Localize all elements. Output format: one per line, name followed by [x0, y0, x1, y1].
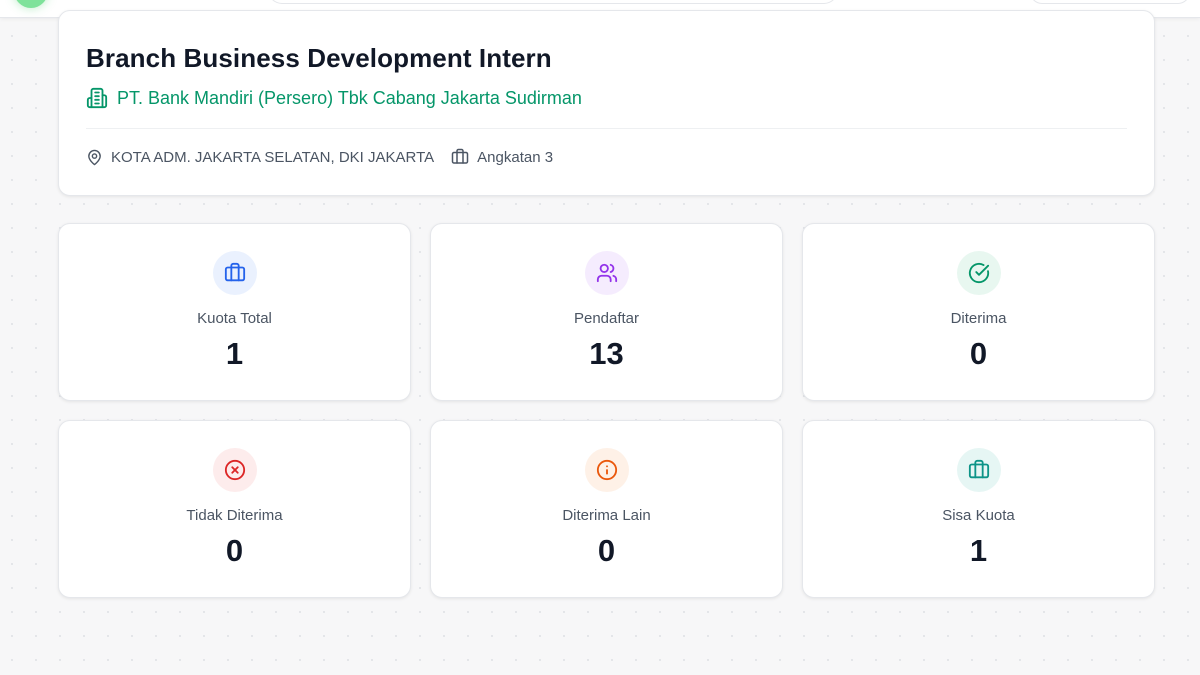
user-menu[interactable]: [1030, 0, 1190, 4]
stat-value: 0: [225, 533, 244, 568]
stat-label: Kuota Total: [197, 310, 272, 327]
location-item: KOTA ADM. JAKARTA SELATAN, DKI JAKARTA: [86, 149, 434, 166]
stat-value: 0: [597, 533, 616, 568]
stat-label: Pendaftar: [573, 310, 640, 327]
batch-item: Angkatan 3: [451, 148, 553, 166]
app-logo[interactable]: [14, 0, 48, 8]
stat-card-diterima-lain: Diterima Lain 0: [430, 420, 783, 598]
x-circle-icon: [213, 448, 257, 492]
stat-label: Sisa Kuota: [942, 507, 1015, 524]
briefcase-icon: [213, 251, 257, 295]
stat-card-pendaftar: Pendaftar 13: [430, 223, 783, 401]
stat-label: Tidak Diterima: [186, 507, 283, 524]
job-meta: KOTA ADM. JAKARTA SELATAN, DKI JAKARTA A…: [86, 148, 553, 166]
stat-card-diterima: Diterima 0: [802, 223, 1155, 401]
company-row: PT. Bank Mandiri (Persero) Tbk Cabang Ja…: [86, 87, 582, 109]
stat-value: 13: [589, 336, 624, 371]
stat-label: Diterima: [950, 310, 1007, 327]
stat-value: 0: [969, 336, 988, 371]
map-pin-icon: [88, 149, 101, 165]
job-header-card: Branch Business Development Intern PT. B…: [58, 10, 1155, 196]
check-circle-icon: [957, 251, 1001, 295]
stat-value: 1: [969, 533, 988, 568]
info-circle-icon: [585, 448, 629, 492]
stat-value: 1: [225, 336, 244, 371]
briefcase-icon: [451, 148, 469, 164]
stat-card-sisa-kuota: Sisa Kuota 1: [802, 420, 1155, 598]
users-icon: [585, 251, 629, 295]
company-name[interactable]: PT. Bank Mandiri (Persero) Tbk Cabang Ja…: [117, 88, 582, 109]
batch-text: Angkatan 3: [477, 148, 554, 166]
stat-card-kuota-total: Kuota Total 1: [58, 223, 411, 401]
job-title: Branch Business Development Intern: [86, 43, 552, 73]
briefcase-icon: [957, 448, 1001, 492]
stat-card-tidak-diterima: Tidak Diterima 0: [58, 420, 411, 598]
search-bar[interactable]: [268, 0, 838, 4]
divider: [86, 128, 1127, 129]
location-text: KOTA ADM. JAKARTA SELATAN, DKI JAKARTA: [111, 148, 435, 166]
building-icon: [86, 87, 108, 109]
stat-label: Diterima Lain: [562, 507, 651, 524]
